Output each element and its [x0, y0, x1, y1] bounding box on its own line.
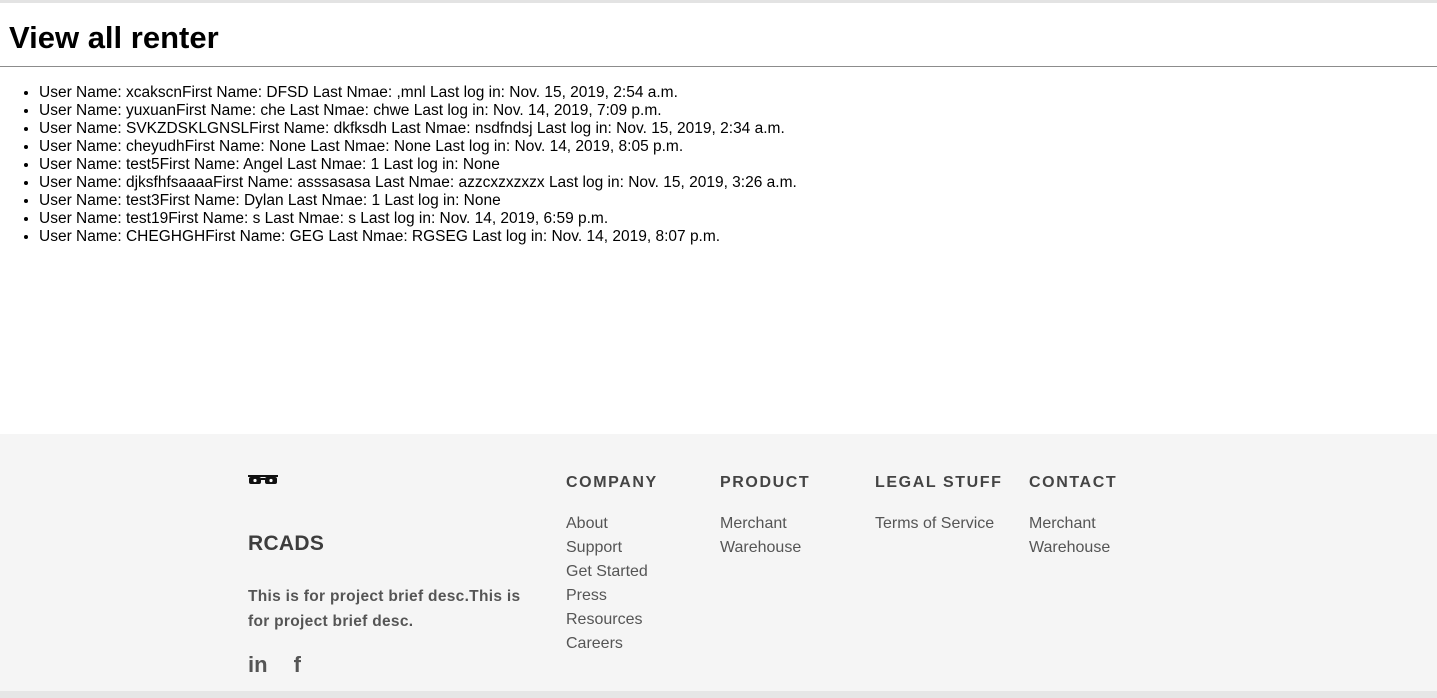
footer-link-warehouse[interactable]: Warehouse: [1029, 536, 1117, 560]
footer-link-warehouse[interactable]: Warehouse: [720, 536, 810, 560]
footer-column-company: COMPANY About Support Get Started Press …: [566, 474, 658, 656]
footer-link-merchant[interactable]: Merchant: [720, 512, 810, 536]
footer-link-terms-of-service[interactable]: Terms of Service: [875, 512, 1003, 536]
footer-link-careers[interactable]: Careers: [566, 632, 658, 656]
list-item: User Name: SVKZDSKLGNSLFirst Name: dkfks…: [39, 120, 1437, 138]
list-item: User Name: CHEGHGHFirst Name: GEG Last N…: [39, 228, 1437, 246]
footer-link-support[interactable]: Support: [566, 536, 658, 560]
list-item: User Name: yuxuanFirst Name: che Last Nm…: [39, 102, 1437, 120]
footer-heading: CONTACT: [1029, 474, 1118, 491]
list-item: User Name: test5First Name: Angel Last N…: [39, 156, 1437, 174]
linkedin-icon[interactable]: in: [248, 652, 268, 678]
footer-heading: PRODUCT: [720, 474, 811, 491]
list-item: User Name: djksfhfsaaaaFirst Name: asssa…: [39, 174, 1437, 192]
footer-column-product: PRODUCT Merchant Warehouse: [720, 474, 810, 560]
footer-link-get-started[interactable]: Get Started: [566, 560, 658, 584]
footer-column-legal: LEGAL STUFF Terms of Service: [875, 474, 1003, 536]
list-item: User Name: test19First Name: s Last Nmae…: [39, 210, 1437, 228]
brand-name: RCADS: [248, 532, 325, 555]
footer-bottom-bar: [0, 691, 1437, 698]
brand-description: This is for project brief desc.This is f…: [248, 588, 521, 630]
facebook-icon[interactable]: f: [294, 652, 301, 678]
footer-link-merchant[interactable]: Merchant: [1029, 512, 1117, 536]
footer-link-about[interactable]: About: [566, 512, 658, 536]
list-item: User Name: cheyudhFirst Name: None Last …: [39, 138, 1437, 156]
footer-column-contact: CONTACT Merchant Warehouse: [1029, 474, 1117, 560]
renter-list: User Name: xcakscnFirst Name: DFSD Last …: [0, 67, 1437, 246]
social-links: in f: [248, 652, 327, 678]
footer-heading: COMPANY: [566, 474, 658, 491]
footer-link-resources[interactable]: Resources: [566, 608, 658, 632]
list-item: User Name: test3First Name: Dylan Last N…: [39, 192, 1437, 210]
footer-heading: LEGAL STUFF: [875, 474, 1003, 491]
page-title: View all renter: [9, 20, 219, 55]
site-footer: RCADS This is for project brief desc.Thi…: [0, 434, 1437, 691]
list-item: User Name: xcakscnFirst Name: DFSD Last …: [39, 84, 1437, 102]
footer-link-press[interactable]: Press: [566, 584, 658, 608]
glasses-logo-icon[interactable]: [248, 475, 278, 485]
